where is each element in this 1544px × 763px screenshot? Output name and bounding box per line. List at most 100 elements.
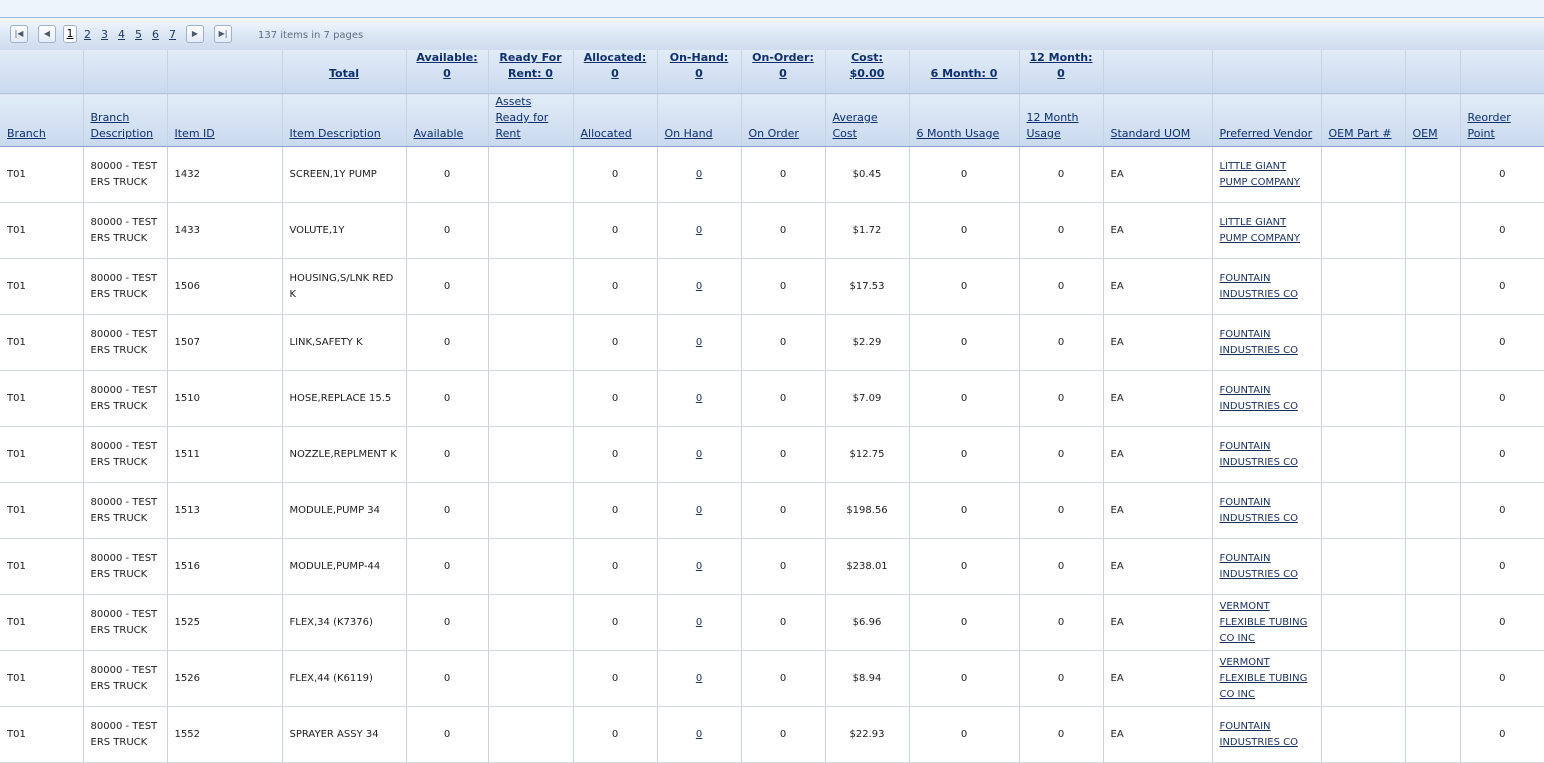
col-header-reorder-point[interactable]: Reorder Point [1460, 93, 1544, 147]
table-row[interactable]: T01 80000 - TEST ERS TRUCK 1507 LINK,SAFETY… [0, 314, 1544, 371]
agg-on-hand[interactable]: On-Hand: 0 [657, 50, 742, 94]
cell-on-hand[interactable]: 0 [657, 538, 742, 595]
cell-on-hand[interactable]: 0 [657, 202, 742, 259]
table-row[interactable]: T01 80000 - TEST ERS TRUCK 1526 FLEX,44 (K6… [0, 650, 1544, 707]
agg-on-order[interactable]: On-Order: 0 [741, 50, 826, 94]
cell-preferred-vendor[interactable]: FOUNTAIN INDUSTRIES CO [1212, 706, 1322, 763]
agg-total[interactable]: Total [282, 50, 407, 94]
col-header-item-id[interactable]: Item ID [167, 93, 283, 147]
cell-preferred-vendor[interactable]: FOUNTAIN INDUSTRIES CO [1212, 426, 1322, 483]
page-link-5[interactable]: 5 [135, 28, 142, 41]
agg-allocated[interactable]: Allocated: 0 [573, 50, 658, 94]
vendor-link[interactable]: FOUNTAIN INDUSTRIES CO [1220, 273, 1299, 300]
col-header-branch-description[interactable]: Branch Description [83, 93, 168, 147]
cell-on-hand[interactable]: 0 [657, 146, 742, 203]
cell-on-hand[interactable]: 0 [657, 706, 742, 763]
agg-available[interactable]: Available: 0 [406, 50, 489, 94]
col-header-average-cost[interactable]: Average Cost [825, 93, 910, 147]
cell-average-cost: $238.01 [825, 538, 910, 595]
cell-on-hand[interactable]: 0 [657, 482, 742, 539]
vendor-link[interactable]: VERMONT FLEXIBLE TUBING CO INC [1220, 601, 1308, 644]
on-hand-link[interactable]: 0 [696, 225, 702, 236]
on-hand-link[interactable]: 0 [696, 449, 702, 460]
col-header-allocated[interactable]: Allocated [573, 93, 658, 147]
page-link-1[interactable]: 1 [63, 25, 77, 43]
table-row[interactable]: T01 80000 - TEST ERS TRUCK 1506 HOUSING,S/L… [0, 258, 1544, 315]
col-header-available[interactable]: Available [406, 93, 489, 147]
cell-on-hand[interactable]: 0 [657, 314, 742, 371]
col-header-oem-part[interactable]: OEM Part # [1321, 93, 1406, 147]
on-hand-link[interactable]: 0 [696, 337, 702, 348]
agg-ready-for-rent[interactable]: Ready For Rent: 0 [488, 50, 574, 94]
page-link-6[interactable]: 6 [152, 28, 159, 41]
vendor-link[interactable]: LITTLE GIANT PUMP COMPANY [1220, 217, 1301, 244]
cell-preferred-vendor[interactable]: FOUNTAIN INDUSTRIES CO [1212, 314, 1322, 371]
agg-six-month[interactable]: 6 Month: 0 [909, 50, 1020, 94]
cell-item-description: MODULE,PUMP-44 [282, 538, 407, 595]
on-hand-link[interactable]: 0 [696, 673, 702, 684]
col-header-on-order[interactable]: On Order [741, 93, 826, 147]
cell-preferred-vendor[interactable]: VERMONT FLEXIBLE TUBING CO INC [1212, 650, 1322, 707]
vendor-link[interactable]: LITTLE GIANT PUMP COMPANY [1220, 161, 1301, 188]
page-link-3[interactable]: 3 [101, 28, 108, 41]
table-row[interactable]: T01 80000 - TEST ERS TRUCK 1511 NOZZLE,REPL… [0, 426, 1544, 483]
col-header-oem[interactable]: OEM [1405, 93, 1461, 147]
page-link-7[interactable]: 7 [169, 28, 176, 41]
vendor-link[interactable]: FOUNTAIN INDUSTRIES CO [1220, 553, 1299, 580]
vendor-link[interactable]: FOUNTAIN INDUSTRIES CO [1220, 497, 1299, 524]
cell-item-description: HOUSING,S/LNK RED K [282, 258, 407, 315]
cell-preferred-vendor[interactable]: LITTLE GIANT PUMP COMPANY [1212, 202, 1322, 259]
agg-twelve-month[interactable]: 12 Month: 0 [1019, 50, 1104, 94]
vendor-link[interactable]: FOUNTAIN INDUSTRIES CO [1220, 721, 1299, 748]
col-header-standard-uom[interactable]: Standard UOM [1103, 93, 1213, 147]
cell-preferred-vendor[interactable]: FOUNTAIN INDUSTRIES CO [1212, 538, 1322, 595]
vendor-link[interactable]: FOUNTAIN INDUSTRIES CO [1220, 329, 1299, 356]
vendor-link[interactable]: FOUNTAIN INDUSTRIES CO [1220, 441, 1299, 468]
table-row[interactable]: T01 80000 - TEST ERS TRUCK 1513 MODULE,PUMP… [0, 482, 1544, 539]
on-hand-link[interactable]: 0 [696, 505, 702, 516]
table-row[interactable]: T01 80000 - TEST ERS TRUCK 1516 MODULE,PUMP… [0, 538, 1544, 595]
cell-preferred-vendor[interactable]: FOUNTAIN INDUSTRIES CO [1212, 258, 1322, 315]
table-row[interactable]: T01 80000 - TEST ERS TRUCK 1552 SPRAYER ASS… [0, 706, 1544, 763]
cell-six-month-usage: 0 [909, 538, 1020, 595]
prev-page-button[interactable]: ◀ [38, 25, 56, 43]
table-row[interactable]: T01 80000 - TEST ERS TRUCK 1433 VOLUTE,1Y 0 0… [0, 202, 1544, 259]
col-header-item-description[interactable]: Item Description [282, 93, 407, 147]
vendor-link[interactable]: FOUNTAIN INDUSTRIES CO [1220, 385, 1299, 412]
table-row[interactable]: T01 80000 - TEST ERS TRUCK 1525 FLEX,34 (K7… [0, 594, 1544, 651]
on-hand-link[interactable]: 0 [696, 281, 702, 292]
cell-on-hand[interactable]: 0 [657, 258, 742, 315]
table-row[interactable]: T01 80000 - TEST ERS TRUCK 1432 SCREEN,1Y P… [0, 146, 1544, 203]
cell-on-hand[interactable]: 0 [657, 594, 742, 651]
on-hand-link[interactable]: 0 [696, 729, 702, 740]
cell-preferred-vendor[interactable]: LITTLE GIANT PUMP COMPANY [1212, 146, 1322, 203]
vendor-link[interactable]: VERMONT FLEXIBLE TUBING CO INC [1220, 657, 1308, 700]
cell-preferred-vendor[interactable]: VERMONT FLEXIBLE TUBING CO INC [1212, 594, 1322, 651]
cell-preferred-vendor[interactable]: FOUNTAIN INDUSTRIES CO [1212, 370, 1322, 427]
on-hand-link[interactable]: 0 [696, 169, 702, 180]
cell-preferred-vendor[interactable]: FOUNTAIN INDUSTRIES CO [1212, 482, 1322, 539]
cell-on-hand[interactable]: 0 [657, 370, 742, 427]
agg-cost[interactable]: Cost: $0.00 [825, 50, 910, 94]
cell-standard-uom: EA [1103, 650, 1213, 707]
col-header-on-hand[interactable]: On Hand [657, 93, 742, 147]
col-header-preferred-vendor[interactable]: Preferred Vendor [1212, 93, 1322, 147]
table-row[interactable]: T01 80000 - TEST ERS TRUCK 1510 HOSE,REPLAC… [0, 370, 1544, 427]
on-hand-link[interactable]: 0 [696, 393, 702, 404]
col-header-six-month-usage[interactable]: 6 Month Usage [909, 93, 1020, 147]
page-link-4[interactable]: 4 [118, 28, 125, 41]
on-hand-link[interactable]: 0 [696, 561, 702, 572]
cell-on-hand[interactable]: 0 [657, 650, 742, 707]
page-link-2[interactable]: 2 [84, 28, 91, 41]
first-page-button[interactable]: |◀ [10, 25, 28, 43]
col-header-assets-ready[interactable]: Assets Ready for Rent [488, 93, 574, 147]
next-page-button[interactable]: ▶ [186, 25, 204, 43]
col-header-twelve-month-usage[interactable]: 12 Month Usage [1019, 93, 1104, 147]
on-hand-link[interactable]: 0 [696, 617, 702, 628]
cell-twelve-month-usage: 0 [1019, 594, 1104, 651]
cell-six-month-usage: 0 [909, 370, 1020, 427]
col-header-branch[interactable]: Branch [0, 93, 84, 147]
last-page-button[interactable]: ▶| [214, 25, 232, 43]
cell-branch: T01 [0, 370, 84, 427]
cell-on-hand[interactable]: 0 [657, 426, 742, 483]
